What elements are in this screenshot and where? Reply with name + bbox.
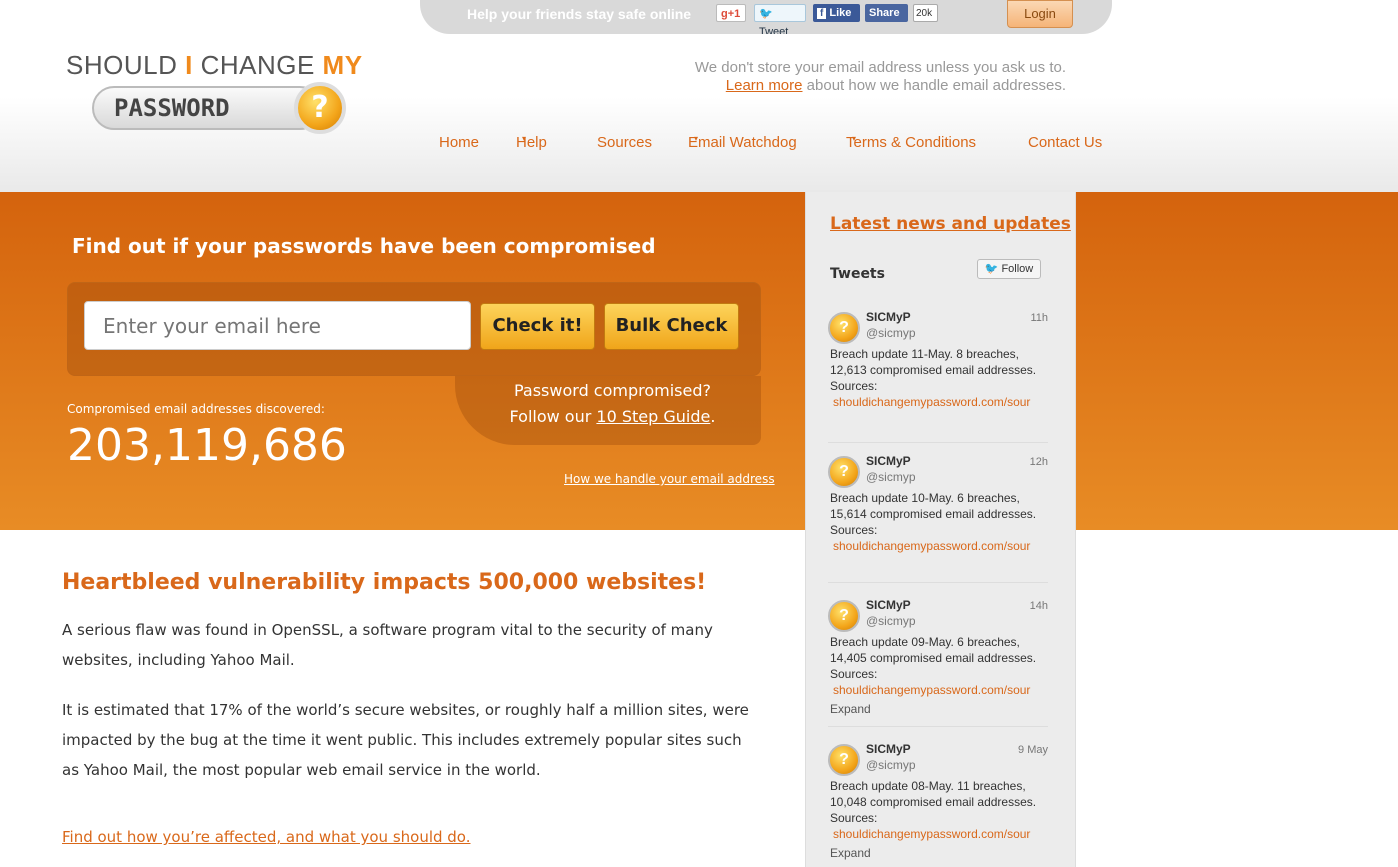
facebook-icon: f: [817, 8, 827, 19]
google-plus-button[interactable]: g+1: [716, 4, 746, 22]
nav-terms-label: Terms & Conditions: [846, 134, 977, 151]
pw-line-2-pre: Follow our: [509, 407, 597, 426]
avatar: ?: [828, 312, 860, 344]
tweet-text: Breach update 09-May. 6 breaches, 14,405…: [830, 635, 1037, 681]
tweets-heading: Tweets: [830, 266, 885, 282]
tweet-time: 12h: [1029, 456, 1048, 468]
tweet-handle: @sicmyp: [866, 758, 916, 772]
handle-email-link[interactable]: How we handle your email address: [564, 472, 775, 486]
discovered-label: Compromised email addresses discovered:: [67, 402, 325, 416]
avatar: ?: [828, 456, 860, 488]
privacy-line-2: Learn more about how we handle email add…: [695, 77, 1066, 95]
tweet-handle: @sicmyp: [866, 326, 916, 340]
tweet-text: Breach update 11-May. 8 breaches, 12,613…: [830, 347, 1037, 393]
login-button[interactable]: Login: [1007, 0, 1073, 28]
share-bar: Help your friends stay safe online g+1 🐦…: [420, 0, 1112, 38]
tweet-button[interactable]: 🐦Tweet: [754, 4, 806, 38]
latest-news-link[interactable]: Latest news and updates: [830, 214, 1071, 234]
pw-line-1: Password compromised?: [513, 381, 712, 400]
nav-home-label: Home: [439, 134, 480, 151]
privacy-notice: We don't store your email address unless…: [695, 59, 1066, 95]
article-title: Heartbleed vulnerability impacts 500,000…: [62, 570, 707, 595]
find-out-link[interactable]: Find out how you’re affected, and what y…: [62, 828, 471, 846]
share-bar-text: Help your friends stay safe online: [467, 6, 692, 22]
tweet-link[interactable]: shouldichangemypassword.com/sour: [830, 682, 1042, 698]
nav-email-watchdog-label: Email Watchdog: [688, 134, 797, 151]
tweet-divider: [828, 726, 1048, 727]
like-label: Like: [829, 7, 852, 19]
tweet-handle: @sicmyp: [866, 470, 916, 484]
tweet-link[interactable]: shouldichangemypassword.com/sour: [830, 394, 1042, 410]
hero-title: Find out if your passwords have been com…: [72, 234, 656, 258]
logo-word-i: I: [185, 50, 193, 80]
twitter-bird-icon: 🐦: [984, 263, 999, 275]
article-paragraph-2: It is estimated that 17% of the world’s …: [62, 701, 749, 779]
tweet-body: Breach update 11-May. 8 breaches, 12,613…: [830, 346, 1045, 410]
privacy-line-2-rest: about how we handle email addresses.: [802, 77, 1066, 94]
follow-label: Follow: [1001, 263, 1034, 275]
tweet-body: Breach update 08-May. 11 breaches, 10,04…: [830, 778, 1045, 842]
avatar: ?: [828, 744, 860, 776]
discovered-count: 203,119,686: [67, 420, 347, 471]
hero-band: Find out if your passwords have been com…: [0, 192, 1398, 530]
expand-link[interactable]: Expand: [830, 846, 871, 860]
bulk-check-button[interactable]: Bulk Check: [604, 303, 739, 350]
tweet-text: Breach update 10-May. 6 breaches, 15,614…: [830, 491, 1037, 537]
password-compromised-note: Password compromised? Follow our 10 Step…: [480, 378, 745, 430]
twitter-bird-icon: 🐦: [759, 8, 773, 20]
chevron-down-icon: ▾: [852, 134, 857, 143]
logo-word-change: CHANGE: [200, 50, 315, 80]
ten-step-guide-link[interactable]: 10 Step Guide: [596, 407, 710, 426]
check-it-button[interactable]: Check it!: [480, 303, 595, 350]
privacy-line-1: We don't store your email address unless…: [694, 59, 1066, 76]
logo-text[interactable]: SHOULD I CHANGE MY: [66, 50, 363, 81]
pw-line-2: Follow our 10 Step Guide.: [480, 404, 745, 430]
article-paragraph-1: A serious flaw was found in OpenSSL, a s…: [62, 621, 713, 669]
follow-button[interactable]: 🐦 Follow: [977, 259, 1041, 279]
logo-word-password: PASSWORD: [114, 94, 230, 122]
chevron-down-icon: ▾: [694, 134, 699, 143]
expand-link[interactable]: Expand: [830, 702, 871, 716]
tweet-author: SICMyP: [866, 310, 911, 324]
tweet-link[interactable]: shouldichangemypassword.com/sour: [830, 538, 1042, 554]
pw-line-2-post: .: [710, 407, 716, 426]
logo-word-should: SHOULD: [66, 50, 178, 80]
tweet-author: SICMyP: [866, 598, 911, 612]
tweet-time: 9 May: [1018, 744, 1048, 756]
nav-sources-label: Sources: [597, 134, 653, 151]
nav-help-label: Help: [516, 134, 547, 151]
learn-more-link[interactable]: Learn more: [726, 77, 803, 94]
header: SHOULD I CHANGE MY PASSWORD ? We don't s…: [0, 34, 1398, 192]
tweet-body: Breach update 09-May. 6 breaches, 14,405…: [830, 634, 1045, 698]
news-sidebar: Latest news and updates Tweets 🐦 Follow ?…: [805, 192, 1076, 867]
tweet-body: Breach update 10-May. 6 breaches, 15,614…: [830, 490, 1045, 554]
tweet-time: 14h: [1029, 600, 1048, 612]
question-mark-icon: ?: [294, 82, 346, 134]
tweet-text: Breach update 08-May. 11 breaches, 10,04…: [830, 779, 1037, 825]
email-input[interactable]: [84, 301, 471, 350]
share-count: 20k: [913, 4, 938, 22]
tweet-divider: [828, 582, 1048, 583]
facebook-like-button[interactable]: f Like: [813, 4, 860, 22]
tweet-handle: @sicmyp: [866, 614, 916, 628]
tweet-time: 11h: [1030, 312, 1048, 324]
facebook-share-button[interactable]: Share: [865, 4, 908, 22]
chevron-down-icon: ▾: [522, 134, 527, 143]
avatar: ?: [828, 600, 860, 632]
tweet-link[interactable]: shouldichangemypassword.com/sour: [830, 826, 1042, 842]
logo-password-pill[interactable]: PASSWORD: [92, 86, 322, 130]
logo-word-my: MY: [322, 50, 363, 80]
tweet-divider: [828, 442, 1048, 443]
tweet-author: SICMyP: [866, 742, 911, 756]
article: Heartbleed vulnerability impacts 500,000…: [62, 570, 762, 846]
nav-contact-label: Contact Us: [1028, 134, 1103, 151]
tweet-author: SICMyP: [866, 454, 911, 468]
